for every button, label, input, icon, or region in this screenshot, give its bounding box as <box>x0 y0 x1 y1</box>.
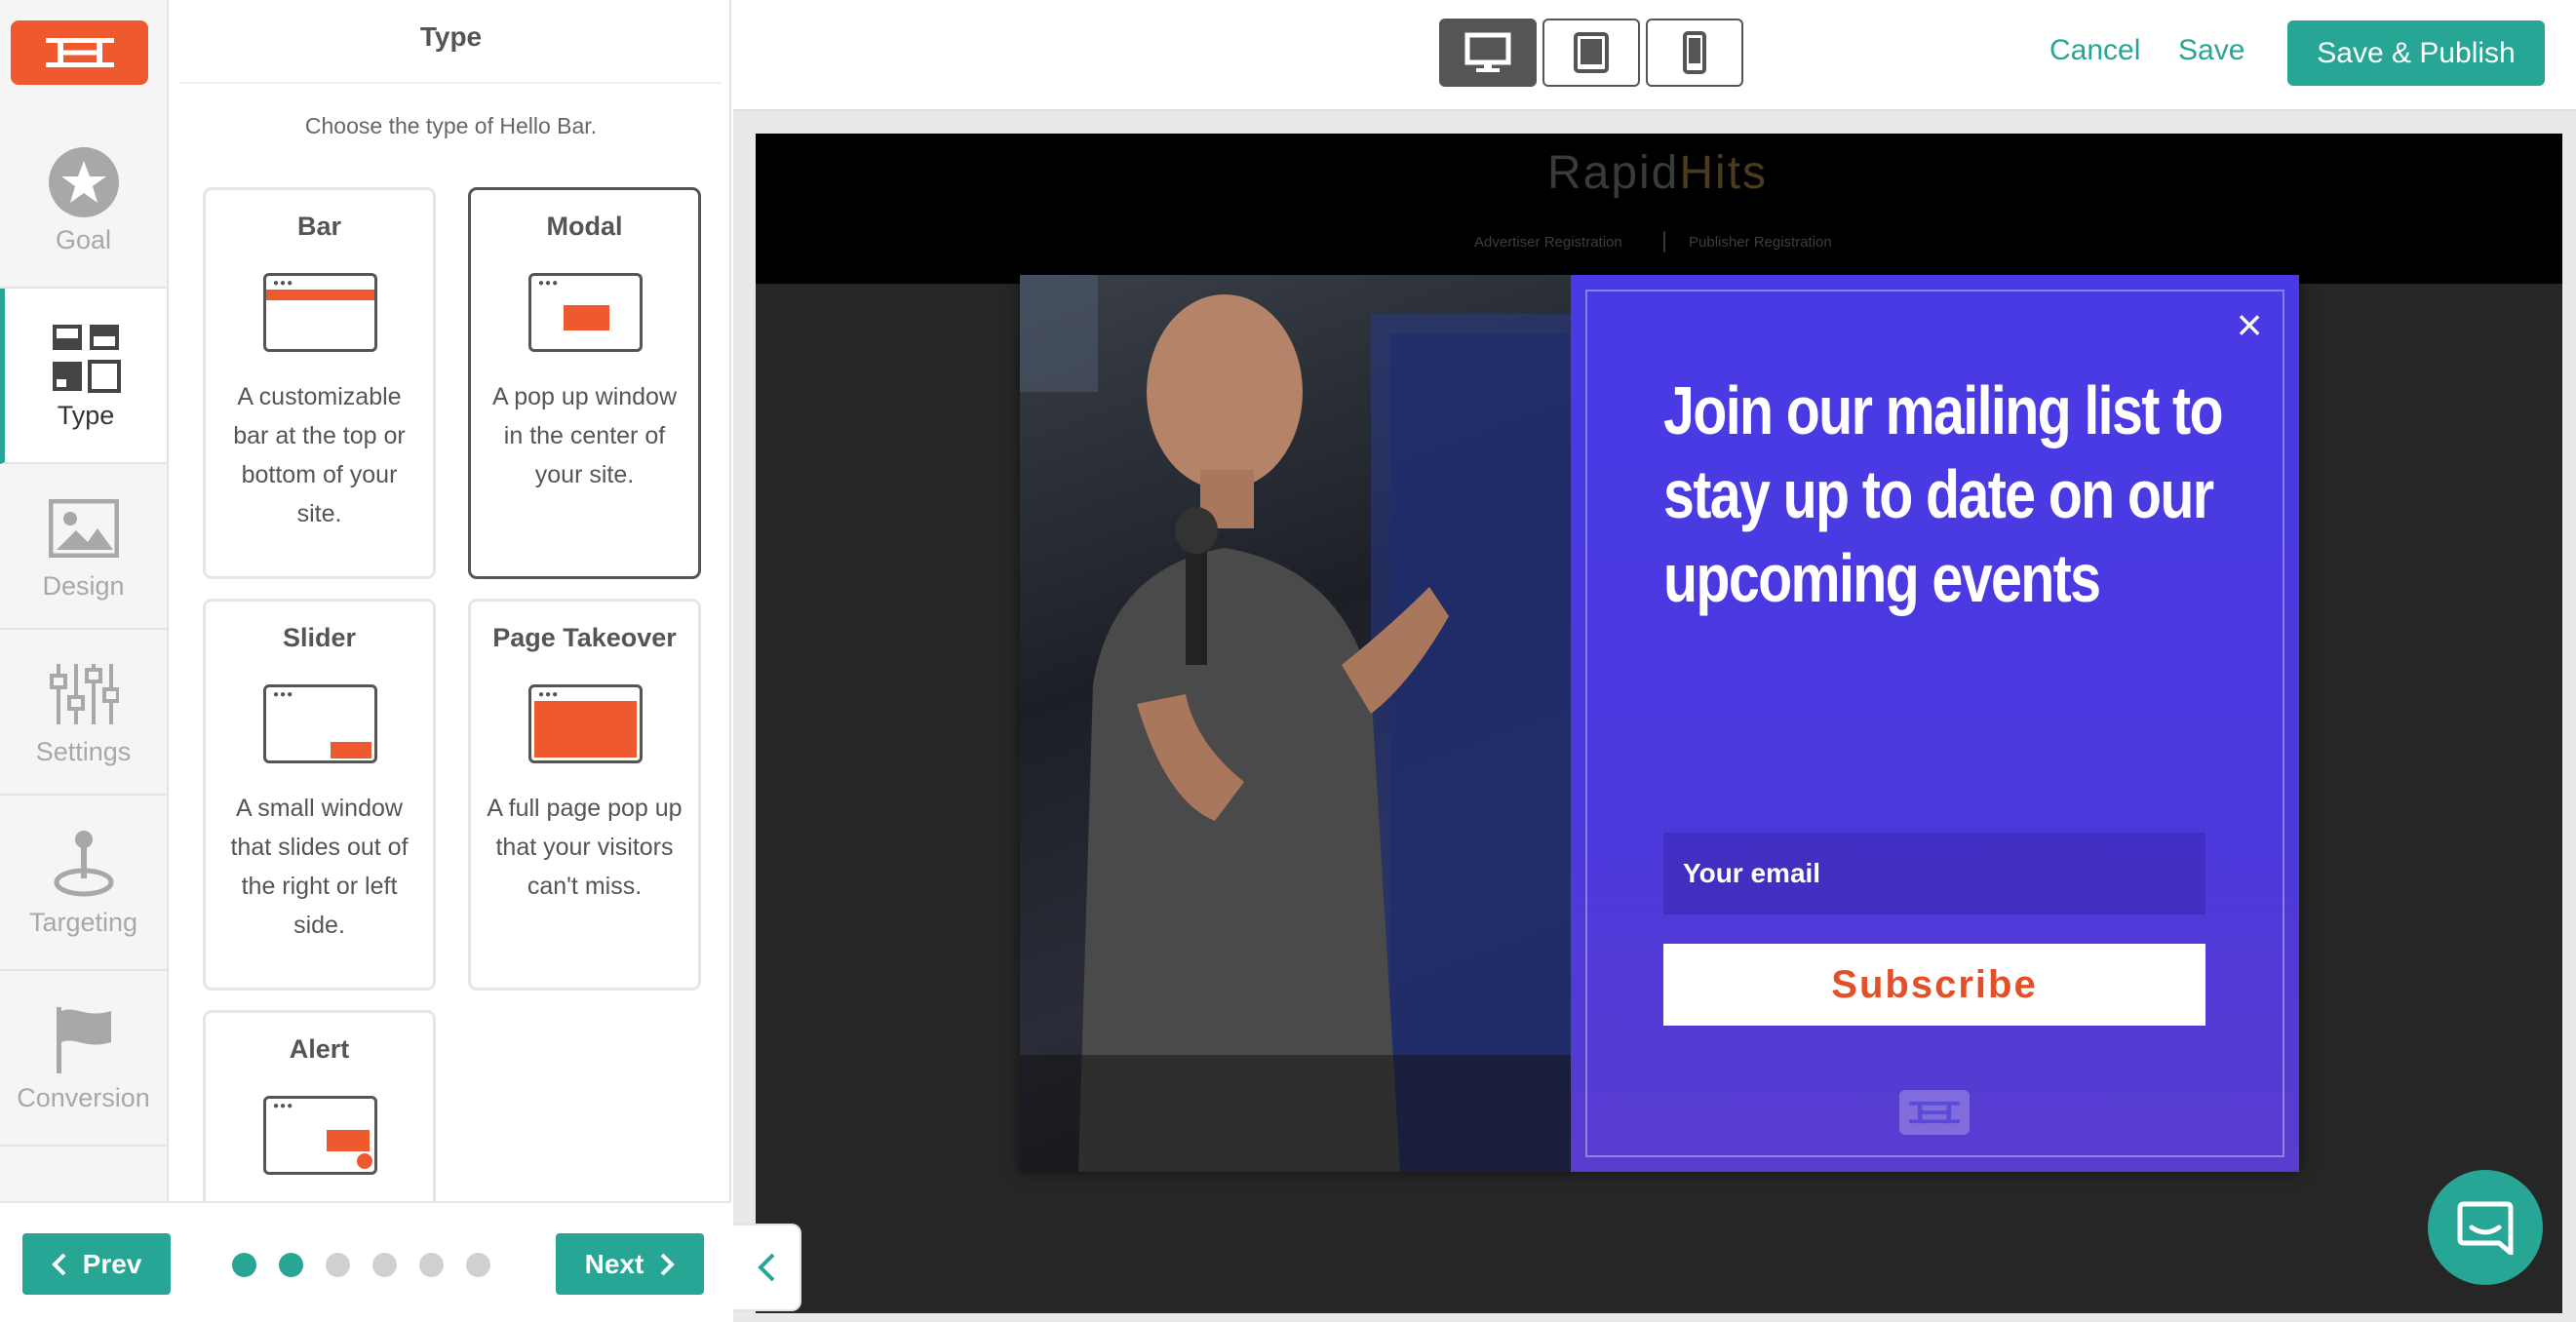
card-title: Bar <box>296 212 342 241</box>
close-icon[interactable]: × <box>2227 302 2272 347</box>
save-publish-button[interactable]: Save & Publish <box>2287 20 2545 86</box>
type-panel: Type Choose the type of Hello Bar. Bar ●… <box>171 0 731 1322</box>
device-tablet-button[interactable] <box>1542 19 1640 87</box>
card-title: Alert <box>289 1034 350 1064</box>
step-dot[interactable] <box>326 1253 350 1277</box>
speaker-photo <box>1020 275 1571 1172</box>
nav-item-type[interactable]: Type <box>0 289 167 464</box>
layout-icon <box>49 321 123 395</box>
sliders-icon <box>47 657 121 731</box>
card-description: A full page pop up that your visitors ca… <box>487 795 683 900</box>
card-description: A pop up window in the center of your si… <box>491 383 678 488</box>
nav-item-conversion[interactable]: Conversion <box>0 971 167 1147</box>
next-button[interactable]: Next <box>556 1233 704 1295</box>
desktop-icon <box>1464 32 1511 72</box>
step-indicator <box>232 1253 490 1277</box>
slider-type-icon: ●●● <box>263 684 377 763</box>
site-link-publisher: Publisher Registration <box>1689 234 1832 251</box>
card-title: Page Takeover <box>492 623 677 652</box>
step-dot[interactable] <box>232 1253 256 1277</box>
prev-label: Prev <box>82 1248 142 1279</box>
hellobar-logo-icon <box>45 38 114 67</box>
card-title: Slider <box>282 623 357 652</box>
type-card-bar[interactable]: Bar ●●● A customizable bar at the top or… <box>203 187 436 579</box>
type-card-modal[interactable]: Modal ●●● A pop up window in the center … <box>468 187 701 579</box>
modal-type-icon: ●●● <box>528 273 643 352</box>
nav-label-settings: Settings <box>35 736 132 766</box>
wizard-footer: Prev Next <box>0 1201 731 1322</box>
card-description: A small window that slides out of the ri… <box>230 795 409 939</box>
collapse-panel-button[interactable] <box>733 1224 801 1311</box>
chat-icon <box>2457 1201 2514 1255</box>
site-link-divider <box>1663 231 1665 253</box>
nav-item-settings[interactable]: Settings <box>0 630 167 796</box>
subscribe-button[interactable]: Subscribe <box>1663 944 2205 1026</box>
device-mobile-button[interactable] <box>1646 19 1743 87</box>
side-nav: Goal Type Design Settings Targeting Conv… <box>0 0 169 1322</box>
step-dot[interactable] <box>372 1253 397 1277</box>
type-card-page-takeover[interactable]: Page Takeover ●●● A full page pop up tha… <box>468 599 701 991</box>
flag-icon <box>47 1003 121 1077</box>
step-dot[interactable] <box>466 1253 490 1277</box>
site-link-advertiser: Advertiser Registration <box>1474 234 1622 251</box>
chat-launcher[interactable] <box>2428 1170 2543 1285</box>
chevron-left-icon <box>51 1253 66 1275</box>
hellobar-logo[interactable] <box>11 20 148 85</box>
bar-type-icon: ●●● <box>263 273 377 352</box>
card-title: Modal <box>546 212 623 241</box>
chevron-right-icon <box>660 1253 676 1275</box>
step-dot[interactable] <box>279 1253 303 1277</box>
type-card-slider[interactable]: Slider ●●● A small window that slides ou… <box>203 599 436 991</box>
image-icon <box>47 491 121 565</box>
cancel-link[interactable]: Cancel <box>2049 34 2140 67</box>
hellobar-badge-icon[interactable] <box>1899 1090 1970 1135</box>
next-label: Next <box>584 1248 644 1279</box>
site-logo-text-b: Hits <box>1679 147 1769 199</box>
nav-label-conversion: Conversion <box>17 1082 150 1112</box>
panel-divider <box>180 82 722 84</box>
prev-button[interactable]: Prev <box>22 1233 171 1295</box>
nav-item-targeting[interactable]: Targeting <box>0 796 167 971</box>
nav-label-type: Type <box>57 400 115 430</box>
chevron-left-icon <box>758 1253 775 1282</box>
save-link[interactable]: Save <box>2178 34 2244 67</box>
card-description: A customizable bar at the top or bottom … <box>233 383 406 527</box>
joystick-icon <box>47 828 121 902</box>
type-card-alert[interactable]: Alert ●●● <box>203 1010 436 1205</box>
nav-item-design[interactable]: Design <box>0 464 167 630</box>
alert-type-icon: ●●● <box>263 1096 377 1175</box>
takeover-type-icon: ●●● <box>528 684 643 763</box>
modal-headline: Join our mailing list to stay up to date… <box>1663 372 2224 616</box>
panel-title: Type <box>419 21 483 52</box>
nav-label-goal: Goal <box>55 224 112 254</box>
star-icon <box>47 145 121 219</box>
site-logo-text-a: Rapid <box>1546 147 1680 199</box>
tablet-icon <box>1574 32 1609 73</box>
email-field[interactable]: Your email <box>1663 833 2205 914</box>
device-desktop-button[interactable] <box>1439 19 1537 87</box>
nav-item-goal[interactable]: Goal <box>0 113 167 289</box>
panel-subtitle: Choose the type of Hello Bar. <box>304 113 598 138</box>
nav-label-design: Design <box>42 570 125 601</box>
nav-label-targeting: Targeting <box>28 907 138 937</box>
mobile-icon <box>1683 31 1706 74</box>
step-dot[interactable] <box>419 1253 444 1277</box>
site-logo: RapidHits <box>1463 146 1853 200</box>
